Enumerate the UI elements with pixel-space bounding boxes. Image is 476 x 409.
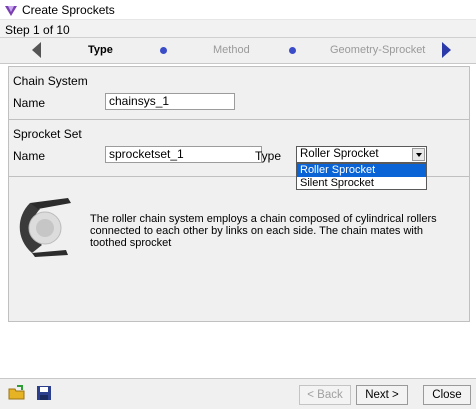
chain-system-heading: Chain System <box>13 74 88 88</box>
sprocket-type-value: Roller Sprocket <box>300 148 379 160</box>
step-separator-dot-icon <box>160 47 167 54</box>
next-button[interactable]: Next > <box>356 385 408 405</box>
open-folder-icon[interactable] <box>8 384 26 402</box>
next-step-arrow-icon[interactable] <box>442 42 451 58</box>
chain-description: The roller chain system employs a chain … <box>90 213 437 249</box>
title-bar: Create Sprockets <box>0 0 476 20</box>
step-separator-dot-icon <box>289 47 296 54</box>
save-icon[interactable] <box>35 384 53 402</box>
chain-name-label: Name <box>13 96 46 110</box>
close-button[interactable]: Close <box>423 385 471 405</box>
chain-system-name-input[interactable]: chainsys_1 <box>105 93 235 110</box>
sprocket-set-heading: Sprocket Set <box>13 127 82 141</box>
option-roller-sprocket[interactable]: Roller Sprocket <box>297 164 426 177</box>
section-divider <box>9 119 469 120</box>
window-title: Create Sprockets <box>22 3 115 17</box>
sprocket-type-label: Type <box>255 149 282 163</box>
step-counter: Step 1 of 10 <box>5 23 70 37</box>
sprocket-set-name-input[interactable]: sprocketset_1 <box>105 146 262 163</box>
sprocket-type-select[interactable]: Roller Sprocket <box>296 146 427 163</box>
roller-chain-illustration <box>18 195 74 257</box>
footer-bar: < Back Next > Close <box>0 378 476 409</box>
option-silent-sprocket[interactable]: Silent Sprocket <box>297 177 426 190</box>
main-panel: Chain System Name chainsys_1 Sprocket Se… <box>8 66 470 322</box>
chevron-down-icon[interactable] <box>412 148 425 161</box>
sprocket-type-dropdown-list: Roller Sprocket Silent Sprocket <box>296 163 427 190</box>
app-logo-icon <box>5 6 17 16</box>
step-indicator-bar: Step 1 of 10 <box>0 20 476 38</box>
step-geometry-sprocket[interactable]: Geometry-Sprocket <box>330 44 425 56</box>
sprocket-name-label: Name <box>13 149 46 163</box>
step-method[interactable]: Method <box>213 44 250 56</box>
back-button[interactable]: < Back <box>299 385 351 405</box>
previous-step-arrow-icon[interactable] <box>32 42 41 58</box>
wizard-step-nav: Type Method Geometry-Sprocket <box>0 38 476 64</box>
step-type[interactable]: Type <box>88 44 113 56</box>
